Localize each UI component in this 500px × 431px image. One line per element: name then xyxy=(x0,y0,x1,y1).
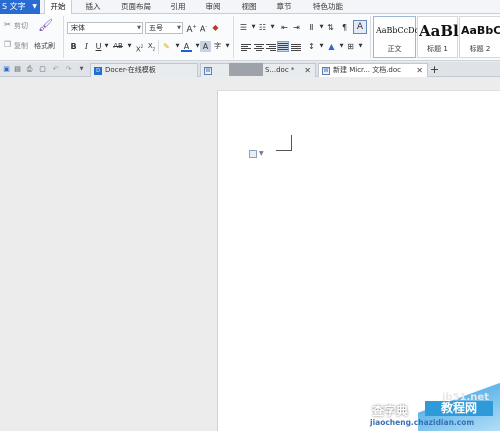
document-tab-bar: ▣ ▤ ⎙ ▢ ↶ ↷ ▼ D Docer-在线模板 W S...doc * ✕… xyxy=(0,62,500,78)
scissors-icon: ✂ xyxy=(4,20,11,29)
ribbon: ✂ 剪切 ❐ 复制 🖌 格式刷 宋体 ▼ 五号 ▼ A+ A- ◆ B I U … xyxy=(0,14,500,61)
strikethrough-icon[interactable]: AB xyxy=(111,41,125,52)
distribute-icon[interactable] xyxy=(291,43,301,52)
cut-button[interactable]: 剪切 xyxy=(14,21,28,31)
tab-special-features[interactable]: 特色功能 xyxy=(308,0,348,14)
redacted-region xyxy=(229,63,263,76)
chevron-down-icon[interactable]: ▼ xyxy=(267,22,278,33)
close-icon[interactable]: ✕ xyxy=(304,64,311,77)
close-icon[interactable]: ✕ xyxy=(416,64,423,77)
chevron-down-icon[interactable]: ▼ xyxy=(259,150,264,157)
style-heading-1-label: 标题 1 xyxy=(427,45,448,53)
decrease-indent-icon[interactable]: ⇤ xyxy=(279,22,290,33)
style-heading-1[interactable]: AaBl 标题 1 xyxy=(417,16,459,58)
style-normal[interactable]: AaBbCcDd 正文 xyxy=(373,16,420,58)
copy-button[interactable]: 复制 xyxy=(14,41,28,51)
font-size-select[interactable]: 五号 ▼ xyxy=(145,22,183,34)
margin-corner-marker xyxy=(276,135,292,151)
tab-review[interactable]: 审阅 xyxy=(200,0,226,14)
redo-icon[interactable]: ↷ xyxy=(64,65,73,74)
align-right-icon[interactable] xyxy=(266,43,276,52)
output-pdf-icon[interactable]: ▤ xyxy=(13,65,22,74)
italic-icon[interactable]: I xyxy=(81,41,92,52)
tab-view[interactable]: 视图 xyxy=(236,0,262,14)
tab-docer-templates[interactable]: D Docer-在线模板 xyxy=(90,63,198,77)
document-workspace xyxy=(0,77,500,431)
chevron-down-icon: ▼ xyxy=(177,25,181,31)
watermark-domain: jiaocheng.chazidian.com xyxy=(370,418,475,427)
style-heading-2[interactable]: AaBbC 标题 2 xyxy=(459,16,500,58)
print-preview-icon[interactable]: ▢ xyxy=(38,65,47,74)
tab-document-1-label: S...doc * xyxy=(265,66,295,74)
justify-icon[interactable] xyxy=(277,41,289,52)
chevron-down-icon[interactable]: ▼ xyxy=(77,65,86,74)
clear-format-icon[interactable]: ◆ xyxy=(210,22,221,33)
font-color-icon[interactable]: A xyxy=(181,41,192,52)
new-tab-button[interactable]: + xyxy=(428,64,441,76)
watermark-text-right: 教程网 xyxy=(425,401,493,416)
tab-document-2-label: 新建 Micr... 文档.doc xyxy=(333,66,401,74)
format-painter-button[interactable]: 格式刷 xyxy=(34,41,55,51)
tab-sections[interactable]: 章节 xyxy=(271,0,297,14)
print-icon[interactable]: ⎙ xyxy=(25,65,34,74)
tab-docer-label: Docer-在线模板 xyxy=(105,66,156,74)
ribbon-divider xyxy=(370,16,371,58)
highlight-icon[interactable]: ✎ xyxy=(161,41,172,52)
tab-home[interactable]: 开始 xyxy=(44,0,72,15)
style-heading-2-label: 标题 2 xyxy=(469,45,491,53)
show-marks-icon[interactable]: ¶ xyxy=(339,22,350,33)
watermark-text-left: 查字典 xyxy=(372,404,409,418)
save-icon[interactable]: ▣ xyxy=(2,65,11,74)
tab-references[interactable]: 引用 xyxy=(165,0,191,14)
chevron-down-icon[interactable]: ▼ xyxy=(355,41,366,52)
subscript-icon[interactable]: X2 xyxy=(146,41,157,52)
style-normal-sample: AaBbCcDd xyxy=(376,26,420,35)
document-icon: W xyxy=(322,67,330,75)
align-center-icon[interactable] xyxy=(254,43,264,52)
undo-icon[interactable]: ↶ xyxy=(51,65,60,74)
docer-icon: D xyxy=(94,67,102,75)
font-size-value: 五号 xyxy=(149,24,163,32)
ribbon-divider xyxy=(233,16,234,58)
menu-bar: S 文字 ▼ 开始 插入 页面布局 引用 审阅 视图 章节 特色功能 xyxy=(0,0,500,15)
grow-font-icon[interactable]: A+ xyxy=(186,22,197,35)
style-heading-2-sample: AaBbC xyxy=(461,24,500,37)
chevron-down-icon: ▼ xyxy=(137,25,141,31)
font-family-select[interactable]: 宋体 ▼ xyxy=(67,22,143,34)
style-normal-label: 正文 xyxy=(387,45,402,53)
sort-icon[interactable]: ⇅ xyxy=(325,22,336,33)
font-family-value: 宋体 xyxy=(71,24,85,32)
tab-page-layout[interactable]: 页面布局 xyxy=(117,0,155,14)
copy-icon: ❐ xyxy=(3,40,12,49)
style-heading-1-sample: AaBl xyxy=(419,22,459,40)
chevron-down-icon: ▼ xyxy=(32,3,37,10)
bold-icon[interactable]: B xyxy=(68,41,79,52)
superscript-icon[interactable]: X2 xyxy=(134,41,145,53)
align-left-icon[interactable] xyxy=(241,43,251,52)
format-painter-icon: 🖌 xyxy=(38,18,54,32)
char-shading-icon[interactable]: A xyxy=(200,41,211,52)
app-name: S 文字 xyxy=(2,2,26,11)
ribbon-divider xyxy=(158,40,159,54)
document-icon: W xyxy=(204,67,212,75)
text-box-icon[interactable]: A xyxy=(353,20,367,34)
paste-options-icon[interactable] xyxy=(249,150,257,158)
increase-indent-icon[interactable]: ⇥ xyxy=(291,22,302,33)
shrink-font-icon[interactable]: A- xyxy=(198,22,209,34)
app-menu-button[interactable]: S 文字 ▼ xyxy=(0,0,40,14)
tab-insert[interactable]: 插入 xyxy=(80,0,106,14)
ribbon-divider xyxy=(63,16,64,58)
tab-document-2[interactable]: W 新建 Micr... 文档.doc ✕ xyxy=(318,63,428,78)
chevron-down-icon[interactable]: ▼ xyxy=(222,41,233,52)
